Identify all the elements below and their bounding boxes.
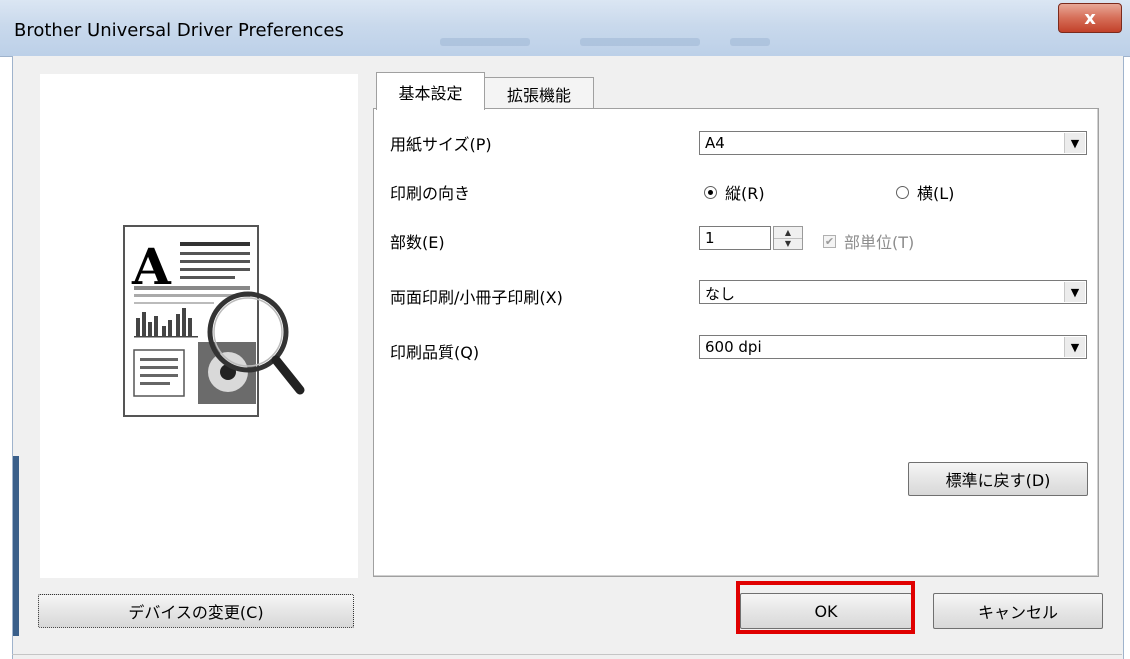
quality-select[interactable]: 600 dpi ▼: [699, 335, 1087, 359]
duplex-value: なし: [705, 285, 736, 303]
document-preview-magnifier-icon: A: [123, 225, 305, 417]
duplex-select[interactable]: なし ▼: [699, 280, 1087, 304]
tab-extended-features[interactable]: 拡張機能: [484, 77, 594, 110]
titlebar-decoration: [730, 38, 770, 46]
orientation-label: 印刷の向き: [390, 184, 471, 203]
collate-checkbox[interactable]: ✔ 部単位(T): [823, 229, 914, 253]
chevron-down-icon[interactable]: ▼: [1064, 133, 1085, 153]
titlebar-decoration: [580, 38, 700, 46]
paper-size-value: A4: [705, 134, 725, 152]
chevron-down-icon[interactable]: ▼: [1064, 337, 1085, 357]
orientation-landscape-radio[interactable]: 横(L): [896, 180, 954, 204]
title-bar: Brother Universal Driver Preferences x: [0, 0, 1130, 57]
radio-label: 横(L): [917, 184, 955, 203]
tab-label: 拡張機能: [506, 86, 571, 105]
restore-defaults-button[interactable]: 標準に戻す(D): [908, 462, 1088, 496]
paper-size-label: 用紙サイズ(P): [390, 135, 492, 154]
quality-label: 印刷品質(Q): [390, 343, 480, 362]
change-device-button[interactable]: デバイスの変更(C): [38, 594, 354, 628]
tab-label: 基本設定: [398, 83, 463, 103]
titlebar-decoration: [440, 38, 530, 46]
collate-label: 部単位(T): [844, 233, 915, 252]
highlight-box: [736, 581, 915, 634]
chevron-down-icon[interactable]: ▼: [1064, 282, 1085, 302]
tab-basic-settings[interactable]: 基本設定: [376, 72, 485, 110]
radio-label: 縦(R): [725, 184, 765, 203]
orientation-portrait-radio[interactable]: 縦(R): [704, 180, 765, 204]
spin-down-icon[interactable]: ▼: [774, 237, 802, 250]
close-button[interactable]: x: [1058, 3, 1122, 33]
close-icon: x: [1084, 7, 1096, 29]
copies-spin-icon[interactable]: ▲ ▼: [773, 226, 803, 250]
checkbox-checked-icon: ✔: [823, 234, 836, 248]
copies-label: 部数(E): [390, 233, 445, 252]
window-title: Brother Universal Driver Preferences: [14, 20, 344, 41]
duplex-label: 両面印刷/小冊子印刷(X): [390, 288, 563, 307]
copies-input[interactable]: 1: [699, 226, 771, 250]
copies-value: 1: [705, 229, 715, 247]
window-edge: [13, 456, 19, 636]
window-bottom-edge: [12, 654, 1122, 655]
quality-value: 600 dpi: [705, 338, 762, 356]
cancel-button[interactable]: キャンセル: [933, 593, 1103, 629]
spin-up-icon[interactable]: ▲: [774, 227, 802, 238]
paper-size-select[interactable]: A4 ▼: [699, 131, 1087, 155]
radio-selected-icon: [704, 185, 717, 199]
radio-unselected-icon: [896, 185, 909, 199]
